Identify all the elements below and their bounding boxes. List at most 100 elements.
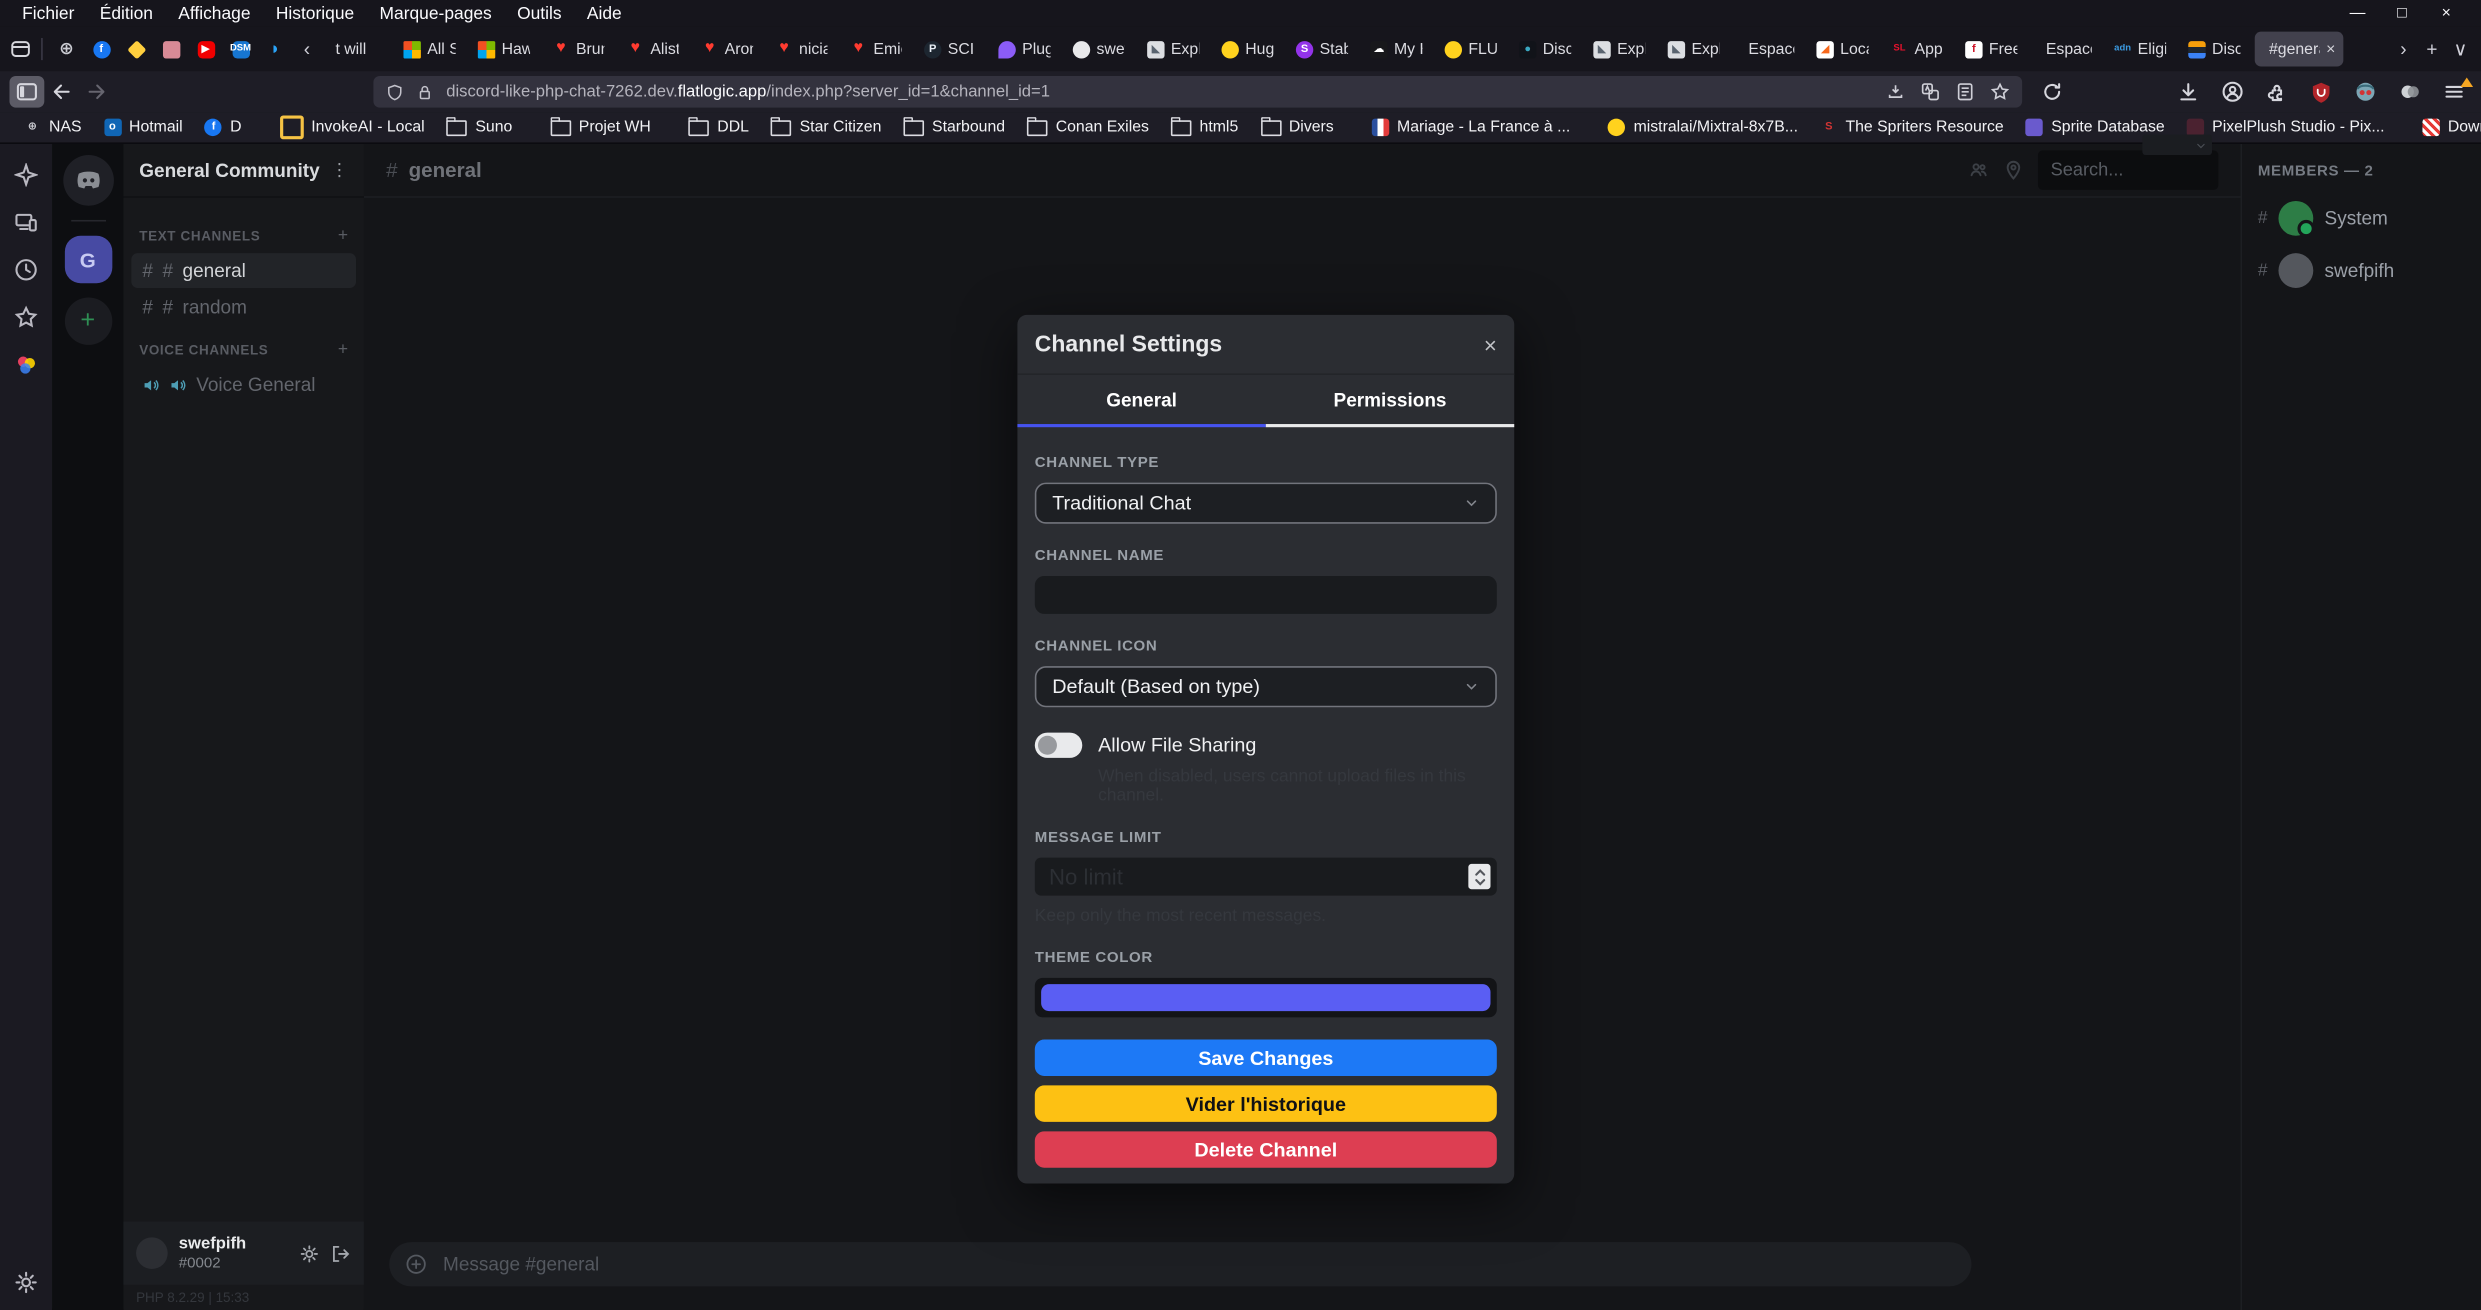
theme-color-input[interactable] bbox=[1035, 978, 1497, 1018]
file-sharing-toggle[interactable] bbox=[1035, 733, 1082, 758]
bookmark-item[interactable]: Mariage - La France à ... bbox=[1361, 119, 1582, 136]
attach-plus-icon[interactable] bbox=[405, 1253, 427, 1275]
add-voice-channel-button[interactable]: + bbox=[338, 340, 348, 359]
browser-tab[interactable]: swefpi bbox=[1065, 32, 1139, 67]
bookmark-item[interactable]: PixelPlush Studio - Pix... bbox=[2176, 119, 2396, 136]
browser-tab[interactable]: ● Discor bbox=[1511, 32, 1585, 67]
browser-tab[interactable]: t will bbox=[321, 32, 395, 67]
add-server-button[interactable]: + bbox=[64, 297, 111, 344]
bookmark-item[interactable]: InvokeAI - Local bbox=[269, 116, 436, 140]
member-row[interactable]: # System bbox=[2258, 201, 2465, 236]
browser-tab[interactable]: ◣ Explor bbox=[1585, 32, 1659, 67]
browser-tab[interactable]: ◣ Explor bbox=[1139, 32, 1213, 67]
bookmark-item[interactable]: Star Citizen bbox=[760, 119, 892, 136]
channel-icon-select[interactable]: Default (Based on type) bbox=[1035, 666, 1497, 707]
browser-tab[interactable]: f Free : bbox=[1957, 32, 2031, 67]
sidebar-settings-gear-icon[interactable] bbox=[14, 1271, 38, 1295]
url-bar[interactable]: discord-like-php-chat-7262.dev.flatlogic… bbox=[373, 76, 2022, 108]
clear-history-button[interactable]: Vider l'historique bbox=[1035, 1085, 1497, 1121]
bookmark-item[interactable]: S The Spriters Resource bbox=[1809, 119, 2015, 136]
collapsed-select[interactable] bbox=[2142, 134, 2212, 155]
menu-item[interactable]: Affichage bbox=[166, 4, 264, 23]
pinned-tab[interactable] bbox=[119, 32, 154, 67]
browser-tab[interactable]: P SCI RE bbox=[916, 32, 990, 67]
modal-close-icon[interactable]: × bbox=[1484, 334, 1497, 356]
maximize-button[interactable]: □ bbox=[2380, 5, 2424, 22]
browser-tab[interactable]: Espace clie bbox=[1734, 32, 1808, 67]
bookmark-item[interactable]: o Hotmail bbox=[93, 119, 194, 136]
account-button[interactable] bbox=[2215, 76, 2250, 108]
pin-location-icon[interactable] bbox=[2003, 160, 2024, 181]
server-button-general-community[interactable]: G bbox=[64, 236, 111, 283]
tab-permissions[interactable]: Permissions bbox=[1266, 375, 1514, 427]
translate-icon[interactable] bbox=[1921, 82, 1940, 101]
avatar-extension-button[interactable] bbox=[2348, 76, 2383, 108]
bookmark-item[interactable]: Sprite Database bbox=[2015, 119, 2176, 136]
bookmark-item[interactable]: Suno bbox=[436, 119, 524, 136]
browser-tab[interactable]: ☁ My Ha bbox=[1362, 32, 1436, 67]
server-menu-kebab-icon[interactable]: ⋮ bbox=[331, 160, 348, 181]
grey-extension-button[interactable] bbox=[2392, 76, 2427, 108]
text-channel-item[interactable]: # # random bbox=[131, 290, 356, 325]
scroll-tabs-left-button[interactable]: ‹ bbox=[293, 33, 321, 65]
new-tab-button[interactable]: + bbox=[2418, 33, 2446, 65]
menu-item[interactable]: Outils bbox=[504, 4, 574, 23]
browser-tab[interactable]: ◣ Explor bbox=[1660, 32, 1734, 67]
bookmark-item[interactable]: ⊕ NAS bbox=[13, 119, 93, 136]
members-toggle-icon[interactable] bbox=[1968, 160, 1989, 181]
pinned-tab[interactable] bbox=[153, 32, 188, 67]
member-row[interactable]: # swefpifh bbox=[2258, 253, 2465, 288]
browser-tab[interactable]: All Siz bbox=[396, 32, 470, 67]
logout-icon[interactable] bbox=[331, 1243, 352, 1264]
pinned-tab[interactable]: ◗ bbox=[258, 32, 293, 67]
message-limit-input[interactable] bbox=[1035, 858, 1497, 896]
pinned-tab[interactable]: ▶ bbox=[188, 32, 223, 67]
all-tabs-button[interactable]: ∨ bbox=[2446, 33, 2474, 65]
sidebar-toggle-button[interactable] bbox=[9, 76, 44, 108]
downloads-button[interactable] bbox=[2171, 76, 2206, 108]
bookmark-item[interactable]: Download Time Mana... bbox=[2411, 119, 2481, 136]
save-page-icon[interactable] bbox=[1886, 82, 1905, 101]
channel-type-select[interactable]: Traditional Chat bbox=[1035, 483, 1497, 524]
browser-tab[interactable]: Plugin bbox=[991, 32, 1065, 67]
pinned-tab[interactable]: f bbox=[84, 32, 119, 67]
browser-tab[interactable]: ♥ Emie0 bbox=[842, 32, 916, 67]
search-input[interactable] bbox=[2038, 150, 2218, 190]
close-button[interactable]: × bbox=[2424, 5, 2468, 22]
browser-tab[interactable]: S Stable bbox=[1288, 32, 1362, 67]
bookmark-item[interactable]: DDL bbox=[678, 119, 760, 136]
history-clock-icon[interactable] bbox=[14, 258, 38, 282]
bookmark-item[interactable]: Conan Exiles bbox=[1016, 119, 1160, 136]
number-spinner[interactable] bbox=[1468, 864, 1490, 889]
bookmark-item[interactable]: Divers bbox=[1249, 119, 1344, 136]
reload-button[interactable] bbox=[2035, 76, 2070, 108]
discord-home-button[interactable] bbox=[62, 155, 113, 206]
browser-tab[interactable]: #genera × bbox=[2255, 32, 2344, 67]
pinned-tab[interactable]: DSM bbox=[223, 32, 258, 67]
channel-name-input[interactable] bbox=[1035, 576, 1497, 614]
bookmark-item[interactable]: Projet WH bbox=[539, 119, 662, 136]
text-channel-item[interactable]: # # general bbox=[131, 253, 356, 288]
bookmark-item[interactable]: f D bbox=[194, 119, 253, 136]
user-settings-gear-icon[interactable] bbox=[299, 1243, 320, 1264]
browser-tab[interactable]: ♥ Aromy bbox=[693, 32, 767, 67]
browser-tab[interactable]: ♥ Alister bbox=[619, 32, 693, 67]
browser-tab[interactable]: Discor bbox=[2180, 32, 2254, 67]
browser-tab[interactable]: ◢ Locati bbox=[1809, 32, 1883, 67]
back-button[interactable] bbox=[44, 76, 79, 108]
user-avatar[interactable] bbox=[136, 1237, 168, 1269]
reader-mode-icon[interactable] bbox=[1956, 82, 1975, 101]
browser-tab[interactable]: ♥ niciara bbox=[767, 32, 841, 67]
add-text-channel-button[interactable]: + bbox=[338, 226, 348, 245]
server-header[interactable]: General Community ⋮ bbox=[123, 144, 364, 198]
pinned-tab[interactable]: ⊕ bbox=[49, 32, 84, 67]
tab-general[interactable]: General bbox=[1017, 375, 1265, 427]
palette-icon[interactable] bbox=[14, 353, 38, 377]
bookmarks-star-icon[interactable] bbox=[14, 305, 38, 329]
save-changes-button[interactable]: Save Changes bbox=[1035, 1040, 1497, 1076]
bookmark-item[interactable]: Starbound bbox=[892, 119, 1016, 136]
menu-item[interactable]: Historique bbox=[263, 4, 367, 23]
forward-button[interactable] bbox=[79, 76, 114, 108]
bookmark-star-icon[interactable] bbox=[1990, 82, 2009, 101]
firefox-view-button[interactable] bbox=[6, 33, 34, 65]
